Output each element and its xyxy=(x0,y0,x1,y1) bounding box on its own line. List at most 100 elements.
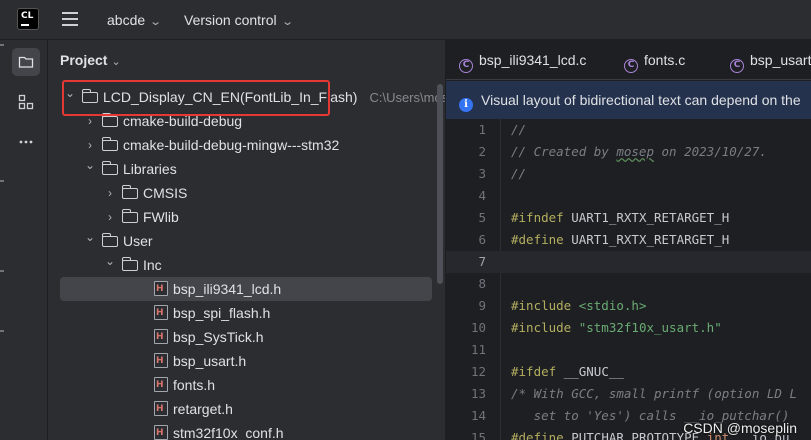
tree-file[interactable]: fonts.h xyxy=(48,373,445,397)
code-token: #include xyxy=(511,298,579,313)
tree-item-text: Inc xyxy=(143,253,162,277)
header-file-icon xyxy=(154,325,168,349)
code-token: __GNUC__ xyxy=(563,364,624,379)
project-scrollbar[interactable] xyxy=(437,84,443,284)
c-file-icon: C xyxy=(459,59,473,73)
chevron-down-icon: ⌄ xyxy=(280,16,294,28)
tree-folder[interactable]: ⌄ LCD_Display_CN_EN(FontLib_In_Flash) C:\U… xyxy=(48,85,445,110)
code-line: 6 #define UART1_RXTX_RETARGET_H xyxy=(446,229,811,251)
header-file-icon xyxy=(154,421,168,440)
tree-folder[interactable]: ⌄ Inc xyxy=(48,253,445,277)
tree-item-text: User xyxy=(123,229,153,253)
tree-file[interactable]: retarget.h xyxy=(48,397,445,421)
line-number: 6 xyxy=(478,232,486,247)
more-tools-button[interactable] xyxy=(12,128,40,156)
folder-icon xyxy=(101,233,118,247)
clion-logo-icon[interactable]: CL xyxy=(17,8,39,30)
chevron-down-icon[interactable]: ⌄ xyxy=(104,249,116,273)
chevron-down-icon[interactable]: ⌄ xyxy=(84,153,96,177)
chevron-down-icon[interactable]: ⌄ xyxy=(64,81,76,105)
tab-bsp-ili9341-lcd-c[interactable]: Cbsp_ili9341_lcd.c xyxy=(459,40,586,80)
tab-fonts-c[interactable]: Cfonts.c xyxy=(624,40,685,80)
code-token: <stdio.h> xyxy=(578,298,647,313)
edge-marker xyxy=(0,270,4,272)
project-tool-button[interactable] xyxy=(12,48,40,76)
line-number: 8 xyxy=(478,276,486,291)
tree-item-text: LCD_Display_CN_EN(FontLib_In_Flash) C:\Us… xyxy=(103,85,445,110)
code-line: 10 #include "stm32f10x_usart.h" xyxy=(446,317,811,339)
header-file-icon xyxy=(154,397,168,421)
code-token: on 2023/10/27. xyxy=(654,144,767,159)
edge-marker xyxy=(0,330,4,332)
more-icon xyxy=(19,140,33,144)
code-token: #ifdef xyxy=(511,364,564,379)
tree-item-text: CMSIS xyxy=(143,181,187,205)
code-token: UART1_RXTX_RETARGET_H xyxy=(571,232,730,247)
vcs-menu[interactable]: Version control ⌄ xyxy=(184,10,294,30)
tree-folder[interactable]: ⌄ Libraries xyxy=(48,157,445,181)
edge-marker xyxy=(0,44,4,46)
chevron-right-icon[interactable]: › xyxy=(104,205,116,229)
tree-file[interactable]: bsp_SysTick.h xyxy=(48,325,445,349)
tree-item-label: cmake-build-debug-mingw---stm32 xyxy=(123,137,340,153)
code-token: // xyxy=(511,166,527,181)
tree-file[interactable]: bsp_spi_flash.h xyxy=(48,301,445,325)
tree-folder[interactable]: › CMSIS xyxy=(48,181,445,205)
folder-icon xyxy=(81,89,98,103)
tab-bsp-usart[interactable]: Cbsp_usart xyxy=(730,40,811,80)
chevron-down-icon[interactable]: ⌄ xyxy=(84,225,96,249)
tree-item-text: cmake-build-debug xyxy=(123,109,242,133)
tree-folder[interactable]: › FWlib xyxy=(48,205,445,229)
code-line: 3 // xyxy=(446,163,811,185)
tree-item-label: Libraries xyxy=(123,161,177,177)
code-text: #define UART1_RXTX_RETARGET_H xyxy=(511,229,729,251)
folder-icon xyxy=(121,209,138,223)
line-number: 1 xyxy=(478,122,486,137)
code-text: // xyxy=(511,163,526,185)
structure-tool-button[interactable] xyxy=(12,88,40,116)
tree-file[interactable]: bsp_usart.h xyxy=(48,349,445,373)
tree-item-label: cmake-build-debug xyxy=(123,113,243,129)
tree-folder[interactable]: › cmake-build-debug xyxy=(48,109,445,133)
tool-window-strip xyxy=(0,40,48,440)
main-menu-icon[interactable] xyxy=(62,12,78,26)
code-text: #include "stm32f10x_usart.h" xyxy=(511,317,722,339)
code-token: UART1_RXTX_RETARGET_H xyxy=(571,210,730,225)
folder-icon xyxy=(101,137,118,151)
tree-item-label: FWlib xyxy=(143,209,179,225)
c-file-icon: C xyxy=(730,59,744,73)
tree-folder[interactable]: › cmake-build-debug-mingw---stm32 xyxy=(48,133,445,157)
tree-file[interactable]: stm32f10x_conf.h xyxy=(48,421,445,440)
folder-icon xyxy=(101,161,118,175)
code-editor[interactable]: 1 // 2 // Created by mosep on 2023/10/27. 3 /… xyxy=(446,119,811,440)
tree-item-text: cmake-build-debug-mingw---stm32 xyxy=(123,133,339,157)
chevron-right-icon[interactable]: › xyxy=(84,109,96,133)
tree-item-label: retarget.h xyxy=(173,401,233,417)
editor-tabs: Cbsp_ili9341_lcd.c Cfonts.c Cbsp_usart xyxy=(446,40,811,80)
code-text: /* With GCC, small printf (option LD L xyxy=(511,383,797,405)
line-number: 4 xyxy=(478,188,486,203)
code-line: 4 xyxy=(446,185,811,207)
header-file-icon xyxy=(154,349,168,373)
code-line: 11 xyxy=(446,339,811,361)
title-bar: CL abcde ⌄ Version control ⌄ xyxy=(0,0,811,40)
edge-marker xyxy=(0,180,4,182)
project-path: C:\Users\mosep xyxy=(369,90,445,105)
code-text: // xyxy=(511,119,526,141)
tree-item-label: User xyxy=(123,233,153,249)
folder-icon xyxy=(18,56,34,68)
code-text: #include <stdio.h> xyxy=(511,295,646,317)
tree-item-label: stm32f10x_conf.h xyxy=(173,425,284,440)
code-line: 9 #include <stdio.h> xyxy=(446,295,811,317)
tree-file[interactable]: bsp_ili9341_lcd.h xyxy=(60,277,432,301)
project-switcher[interactable]: abcde ⌄ xyxy=(107,10,162,30)
project-panel-title[interactable]: Project ⌄ xyxy=(60,52,121,68)
line-number: 5 xyxy=(478,210,486,225)
structure-icon xyxy=(18,94,34,110)
line-number: 10 xyxy=(470,320,486,335)
line-number: 7 xyxy=(478,254,486,269)
code-line: 2 // Created by mosep on 2023/10/27. xyxy=(446,141,811,163)
tree-item-text: Libraries xyxy=(123,157,177,181)
code-token: #ifndef xyxy=(511,210,572,225)
chevron-right-icon[interactable]: › xyxy=(104,181,116,205)
